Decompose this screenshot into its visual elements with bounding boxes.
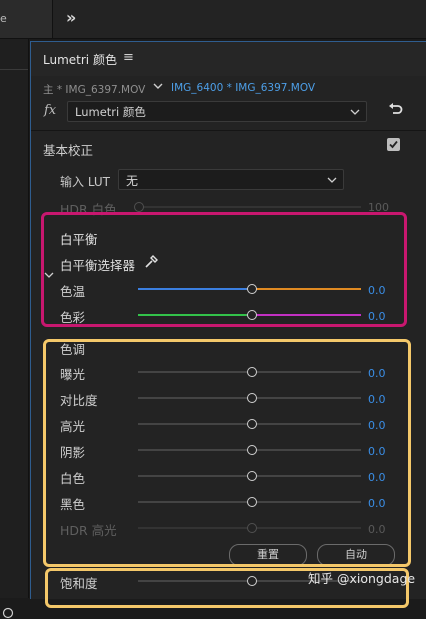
- effect-select[interactable]: Lumetri 颜色: [67, 101, 367, 122]
- effect-row: fx Lumetri 颜色: [31, 100, 426, 124]
- panel-title[interactable]: Lumetri 颜色: [43, 51, 117, 68]
- watermark: 知乎 @xiongdage: [308, 571, 416, 586]
- panel-menu-icon[interactable]: ≡: [123, 50, 134, 65]
- reset-effect-icon[interactable]: [387, 102, 403, 118]
- chevron-down-icon: [350, 109, 360, 115]
- chevron-down-icon: [327, 177, 337, 183]
- master-clip-label[interactable]: 主 * IMG_6397.MOV: [43, 82, 145, 97]
- white-balance-highlight-box: [41, 212, 407, 327]
- left-pane: [0, 39, 29, 619]
- clip-selector-row: 主 * IMG_6397.MOV IMG_6400 * IMG_6397.MOV: [31, 78, 426, 100]
- panel-header: Lumetri 颜色 ≡: [31, 42, 426, 76]
- checkmark-icon: [389, 140, 398, 149]
- more-panels-icon[interactable]: »: [66, 8, 76, 27]
- input-lut-label: 输入 LUT: [60, 175, 111, 189]
- hdr-white-knob: [134, 202, 144, 212]
- tone-highlight-box: [43, 339, 411, 567]
- left-pane-divider: [0, 69, 28, 70]
- section-divider: [31, 130, 426, 131]
- active-clip-label[interactable]: IMG_6400 * IMG_6397.MOV: [171, 82, 315, 94]
- left-panel-tab-label: e: [0, 12, 7, 25]
- basic-correction-title[interactable]: 基本校正: [43, 140, 93, 159]
- fx-icon[interactable]: fx: [44, 103, 56, 118]
- left-panel-tab[interactable]: e: [0, 0, 53, 38]
- input-lut-value: 无: [126, 174, 139, 188]
- input-lut-select[interactable]: 无: [118, 169, 344, 190]
- playhead-knob-icon[interactable]: [2, 607, 14, 619]
- chevron-down-icon[interactable]: [153, 81, 163, 91]
- basic-correction-checkbox[interactable]: [387, 138, 400, 151]
- effect-select-value: Lumetri 颜色: [75, 105, 146, 119]
- top-bar: e »: [0, 0, 426, 39]
- hdr-white-track: [138, 206, 361, 208]
